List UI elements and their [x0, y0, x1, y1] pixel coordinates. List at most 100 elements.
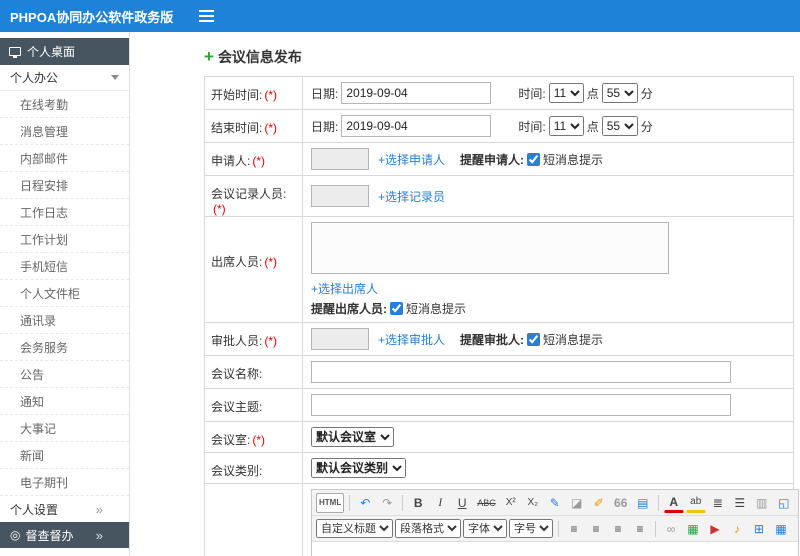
- align-right-button[interactable]: ≡: [608, 519, 628, 539]
- sidebar: 个人桌面 个人办公 在线考勤 消息管理 内部邮件 日程安排 工作日志 工作计划 …: [0, 32, 130, 556]
- sidebar-menu: 在线考勤 消息管理 内部邮件 日程安排 工作日志 工作计划 手机短信 个人文件柜…: [0, 91, 129, 496]
- insert-image-button[interactable]: ▦: [683, 519, 703, 539]
- attendees-textarea[interactable]: [311, 222, 669, 274]
- applicant-input[interactable]: [311, 148, 369, 170]
- meeting-form: 开始时间:(*) 日期: 时间: 11 点 55 分 结束时间:(*) 日期: …: [204, 76, 799, 556]
- page-break-button[interactable]: ▥: [752, 493, 772, 513]
- required-mark: (*): [264, 88, 278, 102]
- sidebar-item-contacts[interactable]: 通讯录: [0, 307, 129, 334]
- sidebar-item-meeting-service[interactable]: 会务服务: [0, 334, 129, 361]
- recorder-input[interactable]: [311, 185, 369, 207]
- supervise-icon: ◎: [10, 528, 21, 542]
- sidebar-item-desktop[interactable]: 个人桌面: [0, 38, 129, 65]
- html-source-button[interactable]: HTML: [316, 492, 345, 513]
- insert-media-button[interactable]: ♪: [727, 519, 747, 539]
- meeting-room-select[interactable]: 默认会议室: [311, 427, 394, 447]
- highlight-color-button[interactable]: ab: [685, 493, 706, 513]
- meeting-name-input[interactable]: [311, 361, 731, 383]
- sidebar-section-supervise[interactable]: ◎ 督查督办 »: [0, 522, 129, 548]
- eraser-icon[interactable]: ◪: [567, 493, 587, 513]
- font-color-button[interactable]: A: [663, 493, 684, 513]
- insert-link-button[interactable]: ∞: [661, 519, 681, 539]
- toolbar-separator: [655, 520, 656, 537]
- form-row-editor: HTML ↶ ↷ B I U ABC X² X₂ ✎ ◪ ✐ 66 ▤ A ab…: [205, 484, 799, 556]
- end-date-input[interactable]: [341, 115, 492, 137]
- sidebar-item-announcement[interactable]: 公告: [0, 361, 129, 388]
- underline-button[interactable]: U: [452, 493, 472, 513]
- undo-button[interactable]: ↶: [355, 493, 375, 513]
- choose-applicant-link[interactable]: +选择申请人: [378, 151, 445, 168]
- subscript-button[interactable]: X₂: [523, 493, 543, 513]
- insert-flash-button[interactable]: ▶: [705, 519, 725, 539]
- recorder-label: 会议记录人员:: [211, 187, 287, 201]
- editor-content-area[interactable]: [312, 542, 798, 556]
- approver-sms-checkbox[interactable]: [527, 332, 541, 346]
- start-hour-select[interactable]: 11: [548, 83, 584, 103]
- sidebar-item-schedule[interactable]: 日程安排: [0, 172, 129, 199]
- attendees-sms-checkbox[interactable]: [390, 302, 403, 315]
- ordered-list-button[interactable]: ≣: [708, 493, 728, 513]
- strikethrough-button[interactable]: ABC: [474, 493, 499, 513]
- start-date-input[interactable]: [341, 82, 492, 104]
- sidebar-section-personal-office[interactable]: 个人办公: [0, 65, 129, 91]
- sidebar-item-internal-mail[interactable]: 内部邮件: [0, 145, 129, 172]
- sidebar-item-events[interactable]: 大事记: [0, 415, 129, 442]
- required-mark: (*): [264, 255, 278, 269]
- sidebar-item-work-plan[interactable]: 工作计划: [0, 226, 129, 253]
- hamburger-menu-icon[interactable]: [197, 9, 215, 23]
- hour-suffix: 点: [586, 119, 599, 134]
- form-row-approver: 审批人员: (*) +选择审批人 提醒审批人: 短消息提示: [205, 323, 793, 356]
- paragraph-format-select[interactable]: 段落格式: [395, 519, 461, 538]
- form-row-attendees: 出席人员: (*) +选择出席人 提醒出席人员: 短消息提示: [205, 217, 793, 323]
- end-hour-select[interactable]: 11: [548, 116, 584, 136]
- custom-heading-select[interactable]: 自定义标题: [316, 519, 393, 538]
- sidebar-item-attendance[interactable]: 在线考勤: [0, 91, 129, 118]
- editor-toolbar-row1: HTML ↶ ↷ B I U ABC X² X₂ ✎ ◪ ✐ 66 ▤ A ab…: [312, 490, 798, 516]
- unordered-list-button[interactable]: ☰: [730, 493, 750, 513]
- sidebar-item-file-cabinet[interactable]: 个人文件柜: [0, 280, 129, 307]
- start-minute-select[interactable]: 55: [601, 83, 638, 103]
- bold-button[interactable]: B: [408, 493, 428, 513]
- applicant-sms-checkbox[interactable]: [527, 152, 541, 166]
- remind-approver-label: 提醒审批人:: [460, 332, 525, 347]
- remind-applicant-label: 提醒申请人:: [460, 152, 525, 167]
- pencil-icon[interactable]: ✎: [545, 493, 565, 513]
- chevron-down-icon: [111, 75, 119, 80]
- choose-approver-link[interactable]: +选择审批人: [378, 331, 445, 348]
- align-left-button[interactable]: ≡: [564, 519, 584, 539]
- toolbar-separator: [402, 494, 404, 511]
- font-size-select[interactable]: 字号: [509, 519, 553, 538]
- sidebar-item-messages[interactable]: 消息管理: [0, 118, 129, 145]
- italic-button[interactable]: I: [430, 493, 450, 513]
- choose-recorder-link[interactable]: +选择记录员: [378, 188, 445, 205]
- fullscreen-button[interactable]: ◱: [774, 493, 794, 513]
- superscript-button[interactable]: X²: [501, 493, 521, 513]
- sidebar-item-news[interactable]: 新闻: [0, 442, 129, 469]
- minute-suffix: 分: [640, 119, 653, 134]
- insert-date-button[interactable]: ▤: [633, 493, 653, 513]
- redo-button[interactable]: ↷: [377, 493, 397, 513]
- blockquote-button[interactable]: 66: [611, 493, 631, 513]
- align-center-button[interactable]: ≡: [586, 519, 606, 539]
- insert-grid-button[interactable]: ▦: [771, 519, 791, 539]
- format-brush-icon[interactable]: ✐: [589, 493, 609, 513]
- sidebar-item-e-journal[interactable]: 电子期刊: [0, 469, 129, 496]
- meeting-name-label: 会议名称:: [211, 367, 263, 381]
- sidebar-item-notice[interactable]: 通知: [0, 388, 129, 415]
- sidebar-section-personal-settings[interactable]: 个人设置 »: [0, 496, 129, 522]
- approver-input[interactable]: [311, 328, 369, 350]
- meeting-category-select[interactable]: 默认会议类别: [311, 458, 406, 478]
- remind-attendees-label: 提醒出席人员:: [311, 302, 387, 316]
- insert-table-button[interactable]: ⊞: [749, 519, 769, 539]
- rich-text-editor: HTML ↶ ↷ B I U ABC X² X₂ ✎ ◪ ✐ 66 ▤ A ab…: [311, 489, 799, 556]
- end-minute-select[interactable]: 55: [601, 116, 638, 136]
- sidebar-item-work-log[interactable]: 工作日志: [0, 199, 129, 226]
- sidebar-item-sms[interactable]: 手机短信: [0, 253, 129, 280]
- form-row-end-time: 结束时间:(*) 日期: 时间: 11 点 55 分: [205, 110, 793, 143]
- form-row-meeting-name: 会议名称:: [205, 356, 793, 389]
- font-family-select[interactable]: 字体: [463, 519, 507, 538]
- meeting-topic-input[interactable]: [311, 394, 731, 416]
- choose-attendee-link[interactable]: +选择出席人: [311, 280, 378, 297]
- align-justify-button[interactable]: ≡: [630, 519, 650, 539]
- add-icon: +: [204, 47, 214, 66]
